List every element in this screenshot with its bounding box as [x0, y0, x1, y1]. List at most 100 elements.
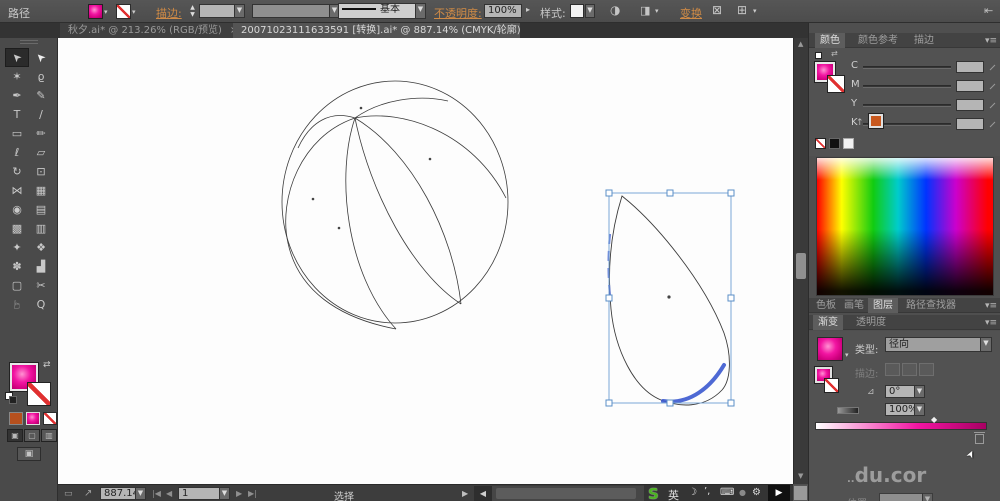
arrange-dropdown-icon[interactable]: ▾	[753, 7, 757, 15]
lasso-tool[interactable]: ϱ	[29, 67, 53, 86]
zoom-tool[interactable]: Q	[29, 295, 53, 314]
none-swatch[interactable]	[815, 138, 826, 149]
panel-grip[interactable]	[20, 40, 38, 44]
stroke-weight-field[interactable]	[199, 4, 235, 18]
line-segment-tool[interactable]: ∕	[29, 105, 53, 124]
paintbrush-tool[interactable]: ✏	[29, 124, 53, 143]
draw-inside-button[interactable]: ▥	[41, 429, 57, 442]
ime-language-toggle[interactable]: 英	[668, 487, 679, 501]
M-value-field[interactable]	[956, 80, 984, 92]
stroke-weight-dropdown-icon[interactable]: ▼	[234, 4, 245, 18]
gradient-type-select[interactable]: 径向	[885, 337, 981, 352]
vscroll-thumb[interactable]	[796, 253, 806, 279]
persimmon-outline-drawing[interactable]	[281, 80, 509, 330]
scale-tool[interactable]: ⊡	[29, 162, 53, 181]
fill-dropdown-icon[interactable]: ▾	[104, 8, 108, 16]
tab-gradient[interactable]: 渐变	[813, 315, 843, 330]
scroll-down-icon[interactable]: ▼	[798, 472, 803, 480]
Y-value-field[interactable]	[956, 99, 984, 111]
hscroll-left-arrow[interactable]: ◀	[474, 486, 492, 501]
tab-swatches[interactable]: 色板	[811, 298, 841, 313]
artboard-number-field[interactable]: 1	[178, 487, 220, 500]
leaf-outline-path[interactable]	[609, 195, 730, 406]
Y-slider[interactable]	[863, 104, 951, 107]
pencil-tool[interactable]: ℓ	[5, 143, 29, 162]
screen-mode-button[interactable]: ▣	[17, 447, 41, 461]
tab-stroke[interactable]: 描边	[909, 33, 939, 48]
stroke-along-button[interactable]	[902, 363, 917, 376]
gradient-mode-button[interactable]	[26, 412, 40, 425]
slice-tool[interactable]: ✂	[29, 276, 53, 295]
none-mode-button[interactable]	[43, 412, 57, 425]
C-value-field[interactable]	[956, 61, 984, 73]
tab-color-guide[interactable]: 颜色参考	[853, 33, 903, 48]
isolate-dropdown-icon[interactable]: ▾	[655, 7, 659, 15]
white-swatch[interactable]	[843, 138, 854, 149]
isolate-mode-icon[interactable]: ◨	[640, 4, 650, 17]
canvas[interactable]	[58, 38, 793, 484]
last-color-swatch[interactable]	[868, 113, 884, 129]
column-graph-tool[interactable]: ▟	[29, 257, 53, 276]
curvature-pen-tool[interactable]: ✎	[29, 86, 53, 105]
stroke-across-button[interactable]	[919, 363, 934, 376]
color-spectrum[interactable]	[816, 157, 994, 296]
angle-dropdown-icon[interactable]: ▼	[914, 385, 925, 398]
gradient-thumbnail[interactable]	[817, 337, 843, 361]
free-transform-tool[interactable]: ▦	[29, 181, 53, 200]
draw-behind-button[interactable]: ▢	[24, 429, 40, 442]
hand-tool[interactable]: ☞	[5, 295, 29, 314]
scroll-up-icon[interactable]: ▲	[798, 40, 803, 48]
gradient-tool[interactable]: ▥	[29, 219, 53, 238]
first-artboard-icon[interactable]: |◀	[152, 489, 161, 498]
brush-definition-field[interactable]: 基本	[338, 3, 416, 19]
tab-color[interactable]: 颜色	[815, 33, 845, 48]
opacity-dropdown-icon[interactable]: ▸	[526, 5, 530, 14]
opacity-link[interactable]: 不透明度:	[434, 5, 482, 21]
eyedropper-tool[interactable]: ✦	[5, 238, 29, 257]
aspect-dropdown-icon[interactable]: ▼	[914, 403, 925, 416]
zoom-level-field[interactable]: 887.14	[100, 487, 136, 500]
style-swatch[interactable]	[570, 4, 584, 18]
M-slider[interactable]	[863, 85, 951, 88]
ime-moon-icon[interactable]: ☽	[688, 487, 697, 498]
opacity-field[interactable]: 100%	[484, 4, 522, 18]
K-value-field[interactable]	[956, 118, 984, 130]
tab-brushes[interactable]: 画笔	[839, 298, 869, 313]
collapse-dock-icon[interactable]: ⇤	[984, 4, 993, 17]
color-stroke-proxy[interactable]	[827, 75, 845, 93]
ime-expand-button[interactable]: ▶	[768, 485, 790, 501]
magic-wand-tool[interactable]: ✶	[5, 67, 29, 86]
panel-menu-icon[interactable]: ▾≡	[985, 318, 997, 328]
stroke-dropdown-icon[interactable]: ▾	[132, 8, 136, 16]
gradient-thumb-dropdown-icon[interactable]: ▾	[845, 351, 849, 359]
stroke-panel-link[interactable]: 描边:	[156, 5, 182, 21]
swap-fill-stroke-icon[interactable]: ⇄	[43, 360, 51, 370]
fill-color-swatch[interactable]	[88, 4, 103, 19]
eraser-tool[interactable]: ▱	[29, 143, 53, 162]
reverse-gradient-icon[interactable]	[837, 407, 859, 414]
rotate-tool[interactable]: ↻	[5, 162, 29, 181]
width-tool[interactable]: ⋈	[5, 181, 29, 200]
perspective-grid-tool[interactable]: ▤	[29, 200, 53, 219]
mesh-tool[interactable]: ▩	[5, 219, 29, 238]
direct-selection-tool[interactable]: ➤	[29, 48, 53, 67]
draw-normal-button[interactable]: ▣	[7, 429, 23, 442]
pen-tool[interactable]: ✒	[5, 86, 29, 105]
tab-layers[interactable]: 图层	[868, 298, 898, 313]
transform-panel-link[interactable]: 变换	[680, 5, 702, 21]
recolor-artwork-icon[interactable]: ◑	[610, 3, 620, 17]
gradient-type-dropdown-icon[interactable]: ▼	[980, 337, 992, 352]
delete-stop-icon[interactable]	[974, 432, 985, 444]
document-tab-2[interactable]: 20071023111633591 [转换].ai* @ 887.14% (CM…	[233, 23, 520, 38]
black-swatch[interactable]	[829, 138, 840, 149]
selection-tool[interactable]: ➤	[5, 48, 29, 67]
artboard-tool[interactable]: ▢	[5, 276, 29, 295]
ime-keyboard-icon[interactable]: ⌨	[720, 487, 734, 498]
arrange-documents-icon[interactable]: ↗	[84, 488, 92, 499]
shape-builder-tool[interactable]: ◉	[5, 200, 29, 219]
align-icon[interactable]: ⊠	[712, 3, 722, 17]
blend-tool[interactable]: ❖	[29, 238, 53, 257]
brush-definition-dropdown-icon[interactable]: ▼	[415, 3, 426, 19]
hscroll-thumb[interactable]	[496, 488, 636, 499]
gradient-angle-field[interactable]: 0°	[885, 385, 915, 398]
